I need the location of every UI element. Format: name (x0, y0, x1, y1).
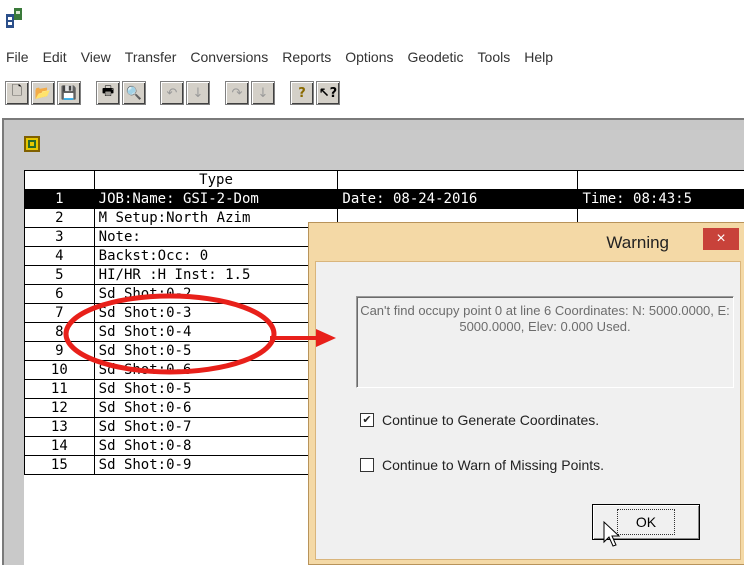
document-title-bar (4, 120, 744, 130)
menu-conversions[interactable]: Conversions (183, 49, 275, 65)
print-button[interactable]: 🖶 (96, 81, 120, 105)
undo-button[interactable]: ↶ (160, 81, 184, 105)
cell-type[interactable]: HI/HR :H Inst: 1.5 (94, 266, 338, 285)
warn-missing-label: Continue to Warn of Missing Points. (382, 457, 604, 473)
redo-dropdown-button[interactable]: ↓ (251, 81, 275, 105)
row-number[interactable]: 13 (25, 418, 95, 437)
row-number[interactable]: 3 (25, 228, 95, 247)
column-header-3[interactable] (578, 171, 744, 190)
corner-header[interactable] (25, 171, 95, 190)
cell-type[interactable]: Sd Shot:0-8 (94, 437, 338, 456)
row-number[interactable]: 8 (25, 323, 95, 342)
title-bar (0, 0, 744, 40)
row-number[interactable]: 6 (25, 285, 95, 304)
cell-type[interactable]: Sd Shot:0-9 (94, 456, 338, 475)
cell-type[interactable]: Sd Shot:0-7 (94, 418, 338, 437)
cell-type[interactable]: Sd Shot:0-2 (94, 285, 338, 304)
menu-reports[interactable]: Reports (275, 49, 338, 65)
cell-type[interactable]: Sd Shot:0-4 (94, 323, 338, 342)
app-icon (6, 8, 22, 28)
undo-dropdown-button[interactable]: ↓ (186, 81, 210, 105)
cell-type[interactable]: JOB:Name: GSI-2-Dom (94, 190, 338, 209)
menu-help[interactable]: Help (517, 49, 560, 65)
redo-button[interactable]: ↷ (225, 81, 249, 105)
cell-type[interactable]: Sd Shot:0-5 (94, 380, 338, 399)
checkmark-icon: ✔ (362, 415, 371, 425)
new-file-icon: 🗋 (12, 82, 22, 104)
redo-icon: ↷ (232, 86, 243, 101)
dialog-body: Can't find occupy point 0 at line 6 Coor… (315, 261, 741, 560)
help-button[interactable]: ? (290, 81, 314, 105)
row-number[interactable]: 11 (25, 380, 95, 399)
cell-type[interactable]: M Setup:North Azim (94, 209, 338, 228)
row-number[interactable]: 2 (25, 209, 95, 228)
help-icon: ? (298, 86, 306, 101)
warn-missing-checkbox[interactable] (360, 458, 374, 472)
column-header-2[interactable] (338, 171, 578, 190)
row-number[interactable]: 4 (25, 247, 95, 266)
undo-dropdown-icon: ↓ (193, 86, 204, 101)
menu-transfer[interactable]: Transfer (118, 49, 184, 65)
print-preview-button[interactable]: 🔍 (122, 81, 146, 105)
document-icon[interactable] (24, 136, 40, 152)
menu-file[interactable]: File (0, 49, 36, 65)
row-number[interactable]: 14 (25, 437, 95, 456)
column-header-type[interactable]: Type (94, 171, 338, 190)
generate-coordinates-label: Continue to Generate Coordinates. (382, 412, 599, 428)
row-number[interactable]: 1 (25, 190, 95, 209)
warn-missing-option[interactable]: Continue to Warn of Missing Points. (360, 457, 604, 473)
grid-header-row: Type (25, 171, 744, 190)
save-icon: 💾 (61, 86, 77, 101)
ok-button[interactable]: OK (592, 504, 700, 540)
cell-type[interactable]: Sd Shot:0-5 (94, 342, 338, 361)
ok-button-label: OK (617, 509, 675, 535)
menu-tools[interactable]: Tools (471, 49, 518, 65)
redo-dropdown-icon: ↓ (258, 86, 269, 101)
close-icon: × (716, 230, 725, 248)
menu-view[interactable]: View (74, 49, 118, 65)
open-folder-icon: 📂 (35, 86, 51, 101)
cell-type[interactable]: Backst:Occ: 0 (94, 247, 338, 266)
cell-type[interactable]: Sd Shot:0-6 (94, 399, 338, 418)
warning-dialog: Warning × Can't find occupy point 0 at l… (308, 222, 744, 565)
toolbar: 🗋 📂 💾 🖶 🔍 ↶ ↓ ↷ ↓ ? ↖? (0, 76, 744, 112)
warning-message: Can't find occupy point 0 at line 6 Coor… (357, 303, 733, 335)
row-number[interactable]: 15 (25, 456, 95, 475)
menu-bar: File Edit View Transfer Conversions Repo… (0, 40, 744, 74)
context-help-icon: ↖? (319, 86, 337, 101)
row-number[interactable]: 9 (25, 342, 95, 361)
dialog-title-bar[interactable]: Warning × (309, 223, 744, 263)
new-file-button[interactable]: 🗋 (5, 81, 29, 105)
cell-type[interactable]: Note: (94, 228, 338, 247)
generate-coordinates-checkbox[interactable]: ✔ (360, 413, 374, 427)
close-button[interactable]: × (703, 228, 739, 250)
table-row[interactable]: 1 JOB:Name: GSI-2-Dom Date: 08-24-2016 T… (25, 190, 744, 209)
row-number[interactable]: 12 (25, 399, 95, 418)
row-number[interactable]: 7 (25, 304, 95, 323)
row-number[interactable]: 5 (25, 266, 95, 285)
message-box: Can't find occupy point 0 at line 6 Coor… (356, 296, 734, 388)
print-icon: 🖶 (102, 82, 114, 104)
cell-type[interactable]: Sd Shot:0-3 (94, 304, 338, 323)
cell-col3[interactable]: Time: 08:43:5 (578, 190, 744, 209)
save-button[interactable]: 💾 (57, 81, 81, 105)
context-help-button[interactable]: ↖? (316, 81, 340, 105)
row-number[interactable]: 10 (25, 361, 95, 380)
menu-edit[interactable]: Edit (36, 49, 74, 65)
menu-geodetic[interactable]: Geodetic (401, 49, 471, 65)
open-button[interactable]: 📂 (31, 81, 55, 105)
cell-type[interactable]: Sd Shot:0-6 (94, 361, 338, 380)
cell-col2[interactable]: Date: 08-24-2016 (338, 190, 578, 209)
menu-options[interactable]: Options (338, 49, 400, 65)
generate-coordinates-option[interactable]: ✔ Continue to Generate Coordinates. (360, 412, 599, 428)
dialog-title: Warning (606, 233, 669, 253)
undo-icon: ↶ (167, 86, 178, 101)
print-preview-icon: 🔍 (126, 86, 142, 101)
